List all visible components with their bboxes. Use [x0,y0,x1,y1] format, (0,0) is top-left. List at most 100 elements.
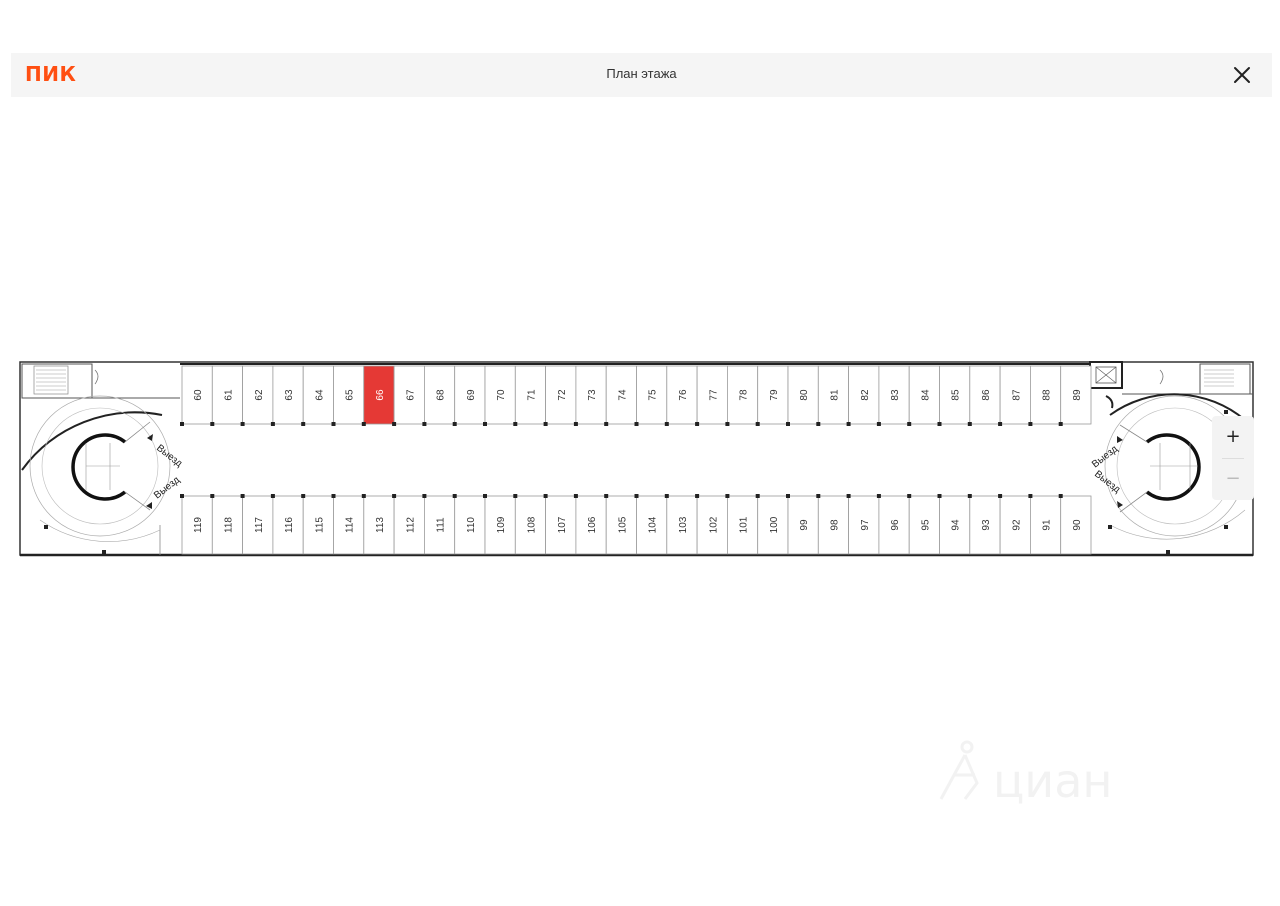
column-dot [604,422,609,426]
parking-spot-107[interactable]: 107 [543,494,577,555]
parking-spot-114[interactable]: 114 [331,494,365,555]
bottom-spots-row: 119 118 117 116 115 114 113 112 111 110 109 108 107 1… [180,494,1092,555]
parking-spot-number: 90 [1072,519,1083,531]
parking-spot-number: 108 [526,516,537,533]
parking-spot-92[interactable]: 92 [998,494,1031,555]
parking-spot-number: 62 [254,389,265,401]
parking-spot-68[interactable]: 68 [422,365,456,426]
parking-spot-100[interactable]: 100 [755,494,789,555]
parking-spot-102[interactable]: 102 [695,494,728,555]
parking-spot-105[interactable]: 105 [604,494,637,555]
parking-spot-62[interactable]: 62 [240,365,274,426]
parking-spot-76[interactable]: 76 [664,365,698,426]
parking-spot-67[interactable]: 67 [392,365,425,426]
watermark-text: циан [993,754,1112,805]
parking-spot-106[interactable]: 106 [573,494,607,555]
parking-spot-111[interactable]: 111 [422,494,456,555]
parking-spot-number: 91 [1042,519,1053,531]
parking-spot-90[interactable]: 90 [1058,494,1092,555]
parking-spot-112[interactable]: 112 [392,494,425,555]
parking-spot-number: 69 [466,389,477,401]
parking-spot-119[interactable]: 119 [180,494,213,555]
zoom-out-button[interactable]: − [1212,458,1254,500]
parking-spot-82[interactable]: 82 [846,365,880,426]
column-dot [816,422,821,426]
parking-spot-104[interactable]: 104 [634,494,668,555]
column-dot [755,422,760,426]
parking-spot-number: 77 [708,389,719,401]
parking-spot-number: 104 [648,516,659,533]
parking-spot-61[interactable]: 61 [210,365,244,426]
column-dot [361,494,366,498]
parking-spot-101[interactable]: 101 [725,494,759,555]
parking-spot-88[interactable]: 88 [1028,365,1062,426]
parking-spot-93[interactable]: 93 [967,494,1001,555]
parking-spot-number: 117 [254,517,265,533]
parking-spot-118[interactable]: 118 [210,494,244,555]
parking-spot-63[interactable]: 63 [270,365,304,426]
parking-spot-99[interactable]: 99 [786,494,819,555]
column-dot [1058,422,1063,426]
parking-spot-number: 86 [981,389,992,401]
column-dot [543,422,548,426]
parking-spot-64[interactable]: 64 [301,365,334,426]
parking-spot-110[interactable]: 110 [452,494,486,555]
parking-spot-83[interactable]: 83 [876,365,910,426]
parking-spot-115[interactable]: 115 [301,494,334,555]
parking-spot-73[interactable]: 73 [573,365,607,426]
parking-spot-number: 81 [829,389,840,401]
parking-spot-60[interactable]: 60 [180,365,213,426]
parking-spot-79[interactable]: 79 [755,365,789,426]
parking-spot-98[interactable]: 98 [816,494,849,555]
parking-spot-87[interactable]: 87 [998,365,1031,426]
parking-spot-81[interactable]: 81 [816,365,849,426]
parking-spot-108[interactable]: 108 [513,494,546,555]
parking-spot-113[interactable]: 113 [361,494,395,555]
parking-spot-71[interactable]: 71 [513,365,546,426]
parking-spot-number: 97 [860,519,871,531]
parking-spot-96[interactable]: 96 [876,494,910,555]
parking-spot-number: 109 [496,516,507,533]
parking-spot-number: 68 [436,389,447,401]
zoom-controls: + − [1212,416,1254,500]
parking-spot-78[interactable]: 78 [725,365,759,426]
parking-spot-117[interactable]: 117 [240,494,274,555]
parking-spot-number: 92 [1011,519,1022,531]
exit-label-right-bottom: Выезд [1092,469,1122,496]
parking-spot-75[interactable]: 75 [634,365,668,426]
parking-spot-77[interactable]: 77 [695,365,728,426]
parking-spot-85[interactable]: 85 [937,365,971,426]
parking-spot-number: 118 [223,517,234,533]
parking-spot-109[interactable]: 109 [483,494,516,555]
parking-spot-89[interactable]: 89 [1058,365,1092,426]
left-ramp [21,395,171,555]
parking-spot-number: 114 [345,517,356,533]
parking-spot-86[interactable]: 86 [967,365,1001,426]
column-dot [573,494,578,498]
column-dot [907,422,912,426]
zoom-in-button[interactable]: + [1212,416,1254,458]
parking-spot-65[interactable]: 65 [331,365,365,426]
parking-spot-69[interactable]: 69 [452,365,486,426]
column-dot [998,422,1003,426]
parking-spot-94[interactable]: 94 [937,494,971,555]
column-dot [725,422,730,426]
parking-spot-number: 78 [739,389,750,401]
column-dot [513,494,518,498]
column-dot [240,422,245,426]
parking-spot-91[interactable]: 91 [1028,494,1062,555]
parking-spot-number: 103 [678,516,689,533]
parking-spot-95[interactable]: 95 [907,494,940,555]
parking-spot-97[interactable]: 97 [846,494,880,555]
parking-spot-74[interactable]: 74 [604,365,637,426]
parking-spot-number: 94 [951,519,962,531]
parking-spot-number: 96 [890,519,901,531]
parking-spot-72[interactable]: 72 [543,365,577,426]
parking-spot-number: 67 [405,389,416,401]
parking-spot-116[interactable]: 116 [270,494,304,555]
parking-spot-80[interactable]: 80 [786,365,819,426]
parking-spot-70[interactable]: 70 [483,365,516,426]
parking-spot-103[interactable]: 103 [664,494,698,555]
parking-spot-66[interactable]: 66 [361,365,395,426]
parking-spot-84[interactable]: 84 [907,365,940,426]
